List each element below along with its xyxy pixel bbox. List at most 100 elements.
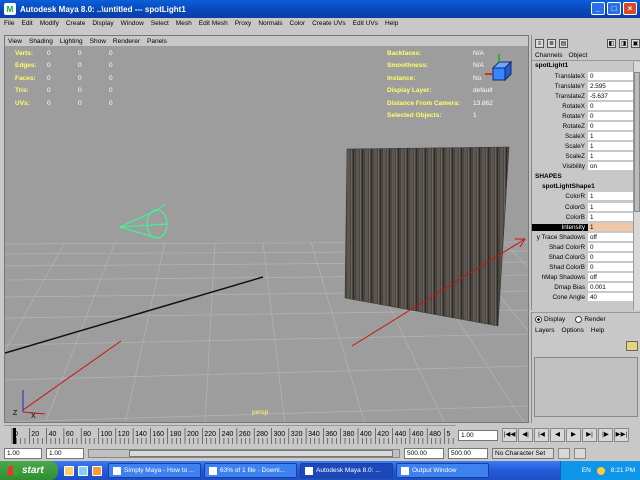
layer-list[interactable] xyxy=(534,357,638,417)
attr-value-field[interactable]: 2.595 xyxy=(588,81,634,91)
layers-menu[interactable]: Layers xyxy=(535,327,555,337)
channel-box-icon[interactable]: ≡ xyxy=(535,39,544,48)
attr-row[interactable]: ScaleY 1 xyxy=(532,142,634,152)
attr-value-field[interactable]: 0 xyxy=(588,263,634,273)
taskbar-item-active[interactable]: Autodesk Maya 8.0: ... xyxy=(300,463,393,478)
attr-row[interactable]: ScaleX 1 xyxy=(532,132,634,142)
show-desktop-icon[interactable] xyxy=(64,465,74,476)
current-frame-field[interactable]: 1.00 xyxy=(458,430,498,441)
menu-display[interactable]: Display xyxy=(92,20,113,27)
time-slider-ruler[interactable]: 0204060801001201401601802002202402602803… xyxy=(4,426,456,445)
attr-row[interactable]: ColorB 1 xyxy=(532,212,634,222)
character-set-dropdown[interactable]: No Character Set xyxy=(492,448,554,459)
panel-menu-lighting[interactable]: Lighting xyxy=(60,38,83,45)
attr-value-field[interactable]: 1 xyxy=(588,212,634,222)
display-layer-radio[interactable]: Display xyxy=(535,316,565,324)
attr-value-field[interactable]: 0.001 xyxy=(588,283,634,293)
time-slider[interactable]: 0204060801001201401601802002202402602803… xyxy=(4,425,456,444)
attr-value-field[interactable]: on xyxy=(588,162,634,172)
attr-row[interactable]: Dmap Bias 0.001 xyxy=(532,283,634,293)
range-slider-thumb[interactable] xyxy=(129,450,393,457)
menu-window[interactable]: Window xyxy=(121,20,144,27)
attr-value-field[interactable]: 0 xyxy=(588,71,634,81)
attr-row[interactable]: TranslateX 0 xyxy=(532,71,634,81)
attr-row[interactable]: hMap Shadows off xyxy=(532,273,634,283)
current-time-marker[interactable] xyxy=(13,428,16,444)
close-button[interactable]: × xyxy=(623,2,637,15)
attr-value-field[interactable]: 1 xyxy=(588,222,634,232)
layout-icon-2[interactable]: ◨ xyxy=(619,39,628,48)
attr-row[interactable]: y Trace Shadows off xyxy=(532,232,634,242)
taskbar-item[interactable]: 63% of 1 file - Downl... xyxy=(204,463,297,478)
end-time-field[interactable]: 500.00 xyxy=(448,448,488,459)
explorer-icon[interactable] xyxy=(78,465,88,476)
attr-row[interactable]: ScaleZ 1 xyxy=(532,152,634,162)
menu-create[interactable]: Create xyxy=(66,20,86,27)
menu-color[interactable]: Color xyxy=(290,20,306,27)
attr-value-field[interactable]: 1 xyxy=(588,142,634,152)
range-slider[interactable] xyxy=(88,449,400,458)
menu-select[interactable]: Select xyxy=(151,20,169,27)
attr-value-field[interactable]: 1 xyxy=(588,192,634,202)
clock[interactable]: 8:21 PM xyxy=(611,467,635,474)
channel-box-scrollbar[interactable] xyxy=(633,62,640,310)
create-layer-icon[interactable] xyxy=(626,341,638,351)
start-button[interactable]: start xyxy=(0,461,58,480)
selected-object-name[interactable]: spotLight1 xyxy=(532,61,640,71)
menu-modify[interactable]: Modify xyxy=(40,20,59,27)
attr-row[interactable]: RotateZ 0 xyxy=(532,121,634,132)
media-player-icon[interactable] xyxy=(92,465,102,476)
attr-value-field[interactable]: 0 xyxy=(588,242,634,252)
scrollbar-thumb[interactable] xyxy=(634,72,640,212)
attr-row[interactable]: ColorG 1 xyxy=(532,202,634,212)
auto-key-icon[interactable] xyxy=(558,448,570,459)
attr-row[interactable]: Shad ColorB 0 xyxy=(532,263,634,273)
attr-row[interactable]: RotateY 0 xyxy=(532,111,634,121)
attr-value-field[interactable]: 1 xyxy=(588,132,634,142)
layout-icon-1[interactable]: ◧ xyxy=(607,39,616,48)
attr-row-selected[interactable]: Intensity 1 xyxy=(532,222,634,232)
help-menu[interactable]: Help xyxy=(591,327,604,337)
minimize-button[interactable]: _ xyxy=(591,2,605,15)
panel-menu-shading[interactable]: Shading xyxy=(29,38,53,45)
menu-mesh[interactable]: Mesh xyxy=(176,20,192,27)
attr-row[interactable]: RotateX 0 xyxy=(532,101,634,111)
panel-menu-renderer[interactable]: Renderer xyxy=(113,38,140,45)
panel-menu-panels[interactable]: Panels xyxy=(147,38,167,45)
attr-value-field[interactable]: 0 xyxy=(588,101,634,111)
language-indicator[interactable]: EN xyxy=(582,467,591,474)
attr-value-field[interactable]: -5.637 xyxy=(588,91,634,101)
play-backward-button[interactable]: ◀ xyxy=(550,428,565,442)
animation-prefs-icon[interactable] xyxy=(574,448,586,459)
step-forward-key-button[interactable]: |▶ xyxy=(598,428,613,442)
play-forward-button[interactable]: ▶ xyxy=(566,428,581,442)
menu-create-uvs[interactable]: Create UVs xyxy=(312,20,346,27)
attr-value-field[interactable]: 1 xyxy=(588,152,634,162)
attr-value-field[interactable]: 0 xyxy=(588,122,634,132)
attr-value-field[interactable]: 40 xyxy=(588,293,634,303)
render-layer-radio[interactable]: Render xyxy=(575,316,606,324)
attr-value-field[interactable]: off xyxy=(588,232,634,242)
attr-row[interactable]: TranslateY 2.595 xyxy=(532,81,634,91)
go-to-start-button[interactable]: |◀◀ xyxy=(502,428,517,442)
layout-icon-3[interactable]: ▣ xyxy=(631,39,640,48)
menu-edit-uvs[interactable]: Edit UVs xyxy=(353,20,378,27)
taskbar-item[interactable]: Output Window xyxy=(396,463,489,478)
panel-menu-show[interactable]: Show xyxy=(90,38,106,45)
panel-menu-view[interactable]: View xyxy=(8,38,22,45)
step-back-key-button[interactable]: ◀| xyxy=(518,428,533,442)
attr-row[interactable]: Visibility on xyxy=(532,162,634,172)
menu-file[interactable]: File xyxy=(4,20,14,27)
attr-value-field[interactable]: 1 xyxy=(588,202,634,212)
attr-value-field[interactable]: 0 xyxy=(588,111,634,121)
menu-normals[interactable]: Normals xyxy=(258,20,282,27)
spotlight-icon[interactable] xyxy=(119,203,168,239)
start-time-field[interactable]: 1.00 xyxy=(4,448,42,459)
attr-value-field[interactable]: 0 xyxy=(588,253,634,263)
tool-settings-icon[interactable]: ▤ xyxy=(559,39,568,48)
options-menu[interactable]: Options xyxy=(562,327,584,337)
playback-end-field[interactable]: 500.00 xyxy=(404,448,444,459)
perspective-viewport[interactable]: View Shading Lighting Show Renderer Pane… xyxy=(4,35,529,423)
taskbar-item[interactable]: Simply Maya - How to ... xyxy=(108,463,201,478)
playback-start-field[interactable]: 1.00 xyxy=(46,448,84,459)
